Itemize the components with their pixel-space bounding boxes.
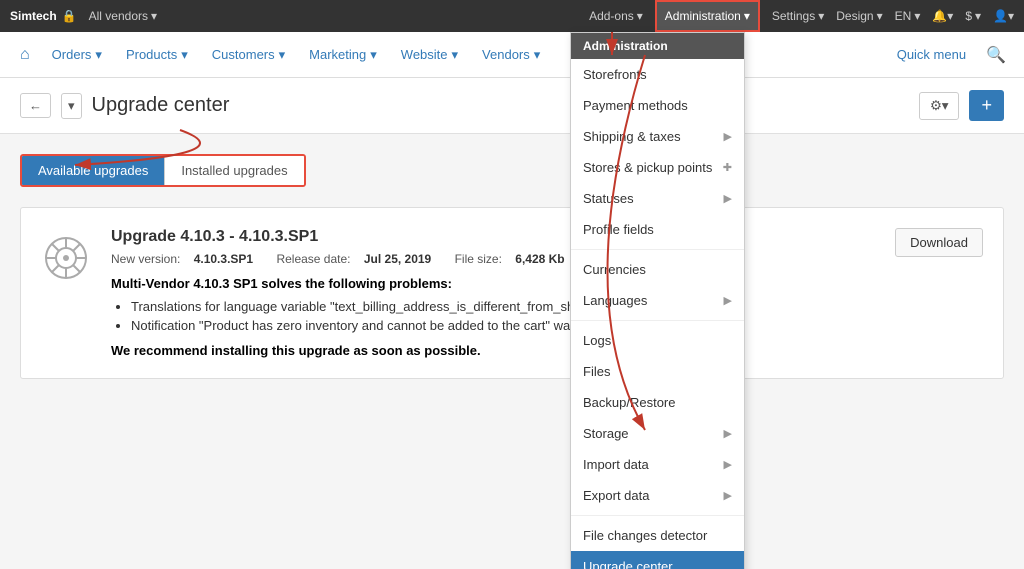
menu-item-export[interactable]: Export data ▶	[571, 480, 744, 511]
menu-item-logs[interactable]: Logs	[571, 325, 744, 356]
chevron-down-icon: ▾	[181, 47, 188, 63]
chevron-down-icon: ▾	[877, 9, 883, 23]
quick-menu[interactable]: Quick menu	[885, 47, 978, 62]
language-selector[interactable]: EN ▾	[895, 9, 921, 23]
menu-item-stores[interactable]: Stores & pickup points ✚	[571, 152, 744, 183]
arrow-icon: ▶	[724, 458, 732, 471]
download-button[interactable]: Download	[895, 228, 983, 257]
recommendation: We recommend installing this upgrade as …	[111, 343, 873, 358]
lock-icon: 🔒	[62, 9, 77, 23]
page-title: Upgrade center	[92, 94, 230, 117]
menu-divider	[571, 515, 744, 516]
menu-item-languages[interactable]: Languages ▶	[571, 285, 744, 316]
notifications[interactable]: 🔔▾	[932, 9, 953, 23]
settings-nav[interactable]: Settings ▾	[772, 9, 824, 23]
filesize-label: File size: 6,428 Kb	[455, 252, 575, 266]
add-button[interactable]: +	[969, 90, 1004, 121]
upgrade-icon	[41, 233, 91, 293]
chevron-down-icon: ▾	[279, 47, 286, 63]
chevron-down-icon: ▾	[744, 9, 750, 23]
upgrade-description: Multi-Vendor 4.10.3 SP1 solves the follo…	[111, 276, 873, 333]
menu-item-payment[interactable]: Payment methods	[571, 90, 744, 121]
upgrade-body: Upgrade 4.10.3 - 4.10.3.SP1 New version:…	[111, 228, 873, 358]
content-area: Available upgrades Installed upgrades Up…	[0, 134, 1024, 399]
bullet-1: Translations for language variable "text…	[131, 299, 873, 314]
chevron-down-icon: ▾	[95, 47, 102, 63]
chevron-down-icon: ▾	[534, 47, 541, 63]
chevron-down-icon: ▾	[975, 9, 981, 23]
menu-item-upgrade-center[interactable]: Upgrade center	[571, 551, 744, 569]
menu-divider	[571, 249, 744, 250]
upgrade-bullets: Translations for language variable "text…	[131, 299, 873, 333]
desc-title: Multi-Vendor 4.10.3 SP1 solves the follo…	[111, 276, 873, 291]
new-version-label: New version: 4.10.3.SP1	[111, 252, 266, 266]
menu-item-storage[interactable]: Storage ▶	[571, 418, 744, 449]
brand-name: Simtech	[10, 9, 57, 23]
arrow-icon: ▶	[724, 489, 732, 502]
chevron-down-icon: ▾	[637, 9, 643, 23]
chevron-down-icon: ▾	[452, 47, 459, 63]
chevron-down-icon: ▾	[818, 9, 824, 23]
bullet-2: Notification "Product has zero inventory…	[131, 318, 873, 333]
arrow-icon: ▶	[724, 294, 732, 307]
menu-divider	[571, 320, 744, 321]
upgrade-item: Upgrade 4.10.3 - 4.10.3.SP1 New version:…	[20, 207, 1004, 379]
menu-item-files[interactable]: Files	[571, 356, 744, 387]
plus-icon: ✚	[723, 161, 732, 174]
gear-button[interactable]: ⚙▾	[919, 92, 960, 120]
products-nav[interactable]: Products ▾	[114, 32, 200, 78]
website-nav[interactable]: Website ▾	[389, 32, 470, 78]
arrow-icon: ▶	[724, 130, 732, 143]
vendor-selector[interactable]: All vendors ▾	[89, 9, 157, 23]
arrow-icon: ▶	[724, 192, 732, 205]
addons-nav[interactable]: Add-ons ▾	[589, 9, 643, 23]
chevron-down-icon: ▾	[370, 47, 377, 63]
orders-nav[interactable]: Orders ▾	[40, 32, 114, 78]
available-upgrades-tab[interactable]: Available upgrades	[22, 156, 164, 185]
page-header: ← ▾ Upgrade center ⚙▾ +	[0, 78, 1024, 134]
chevron-down-icon: ▾	[914, 9, 920, 23]
home-button[interactable]: ⌂	[10, 46, 40, 64]
user-menu[interactable]: 👤▾	[993, 9, 1014, 23]
menu-item-statuses[interactable]: Statuses ▶	[571, 183, 744, 214]
top-bar: Simtech 🔒 All vendors ▾ Add-ons ▾ Admini…	[0, 0, 1024, 32]
upgrade-title: Upgrade 4.10.3 - 4.10.3.SP1	[111, 228, 873, 246]
customers-nav[interactable]: Customers ▾	[200, 32, 297, 78]
administration-dropdown: Administration Storefronts Payment metho…	[570, 32, 745, 569]
design-nav[interactable]: Design ▾	[836, 9, 882, 23]
main-nav: ⌂ Orders ▾ Products ▾ Customers ▾ Market…	[0, 32, 1024, 78]
installed-upgrades-tab[interactable]: Installed upgrades	[164, 156, 303, 185]
menu-item-storefronts[interactable]: Storefronts	[571, 59, 744, 90]
menu-item-import[interactable]: Import data ▶	[571, 449, 744, 480]
administration-nav[interactable]: Administration ▾	[655, 0, 760, 32]
currency-selector[interactable]: $ ▾	[965, 9, 981, 23]
brand-logo: Simtech 🔒	[10, 9, 77, 23]
search-button[interactable]: 🔍	[978, 45, 1014, 65]
chevron-down-icon: ▾	[151, 9, 157, 23]
release-date-label: Release date: Jul 25, 2019	[276, 252, 444, 266]
upgrade-meta: New version: 4.10.3.SP1 Release date: Ju…	[111, 252, 873, 266]
tabs-container: Available upgrades Installed upgrades	[20, 154, 306, 187]
marketing-nav[interactable]: Marketing ▾	[297, 32, 389, 78]
menu-item-file-changes[interactable]: File changes detector	[571, 520, 744, 551]
dropdown-header: Administration	[571, 33, 744, 59]
vendors-nav[interactable]: Vendors ▾	[470, 32, 552, 78]
menu-item-shipping[interactable]: Shipping & taxes ▶	[571, 121, 744, 152]
arrow-icon: ▶	[724, 427, 732, 440]
menu-item-backup[interactable]: Backup/Restore	[571, 387, 744, 418]
menu-item-currencies[interactable]: Currencies	[571, 254, 744, 285]
menu-item-profile[interactable]: Profile fields	[571, 214, 744, 245]
back-button[interactable]: ←	[20, 93, 51, 118]
dropdown-button[interactable]: ▾	[61, 93, 82, 119]
